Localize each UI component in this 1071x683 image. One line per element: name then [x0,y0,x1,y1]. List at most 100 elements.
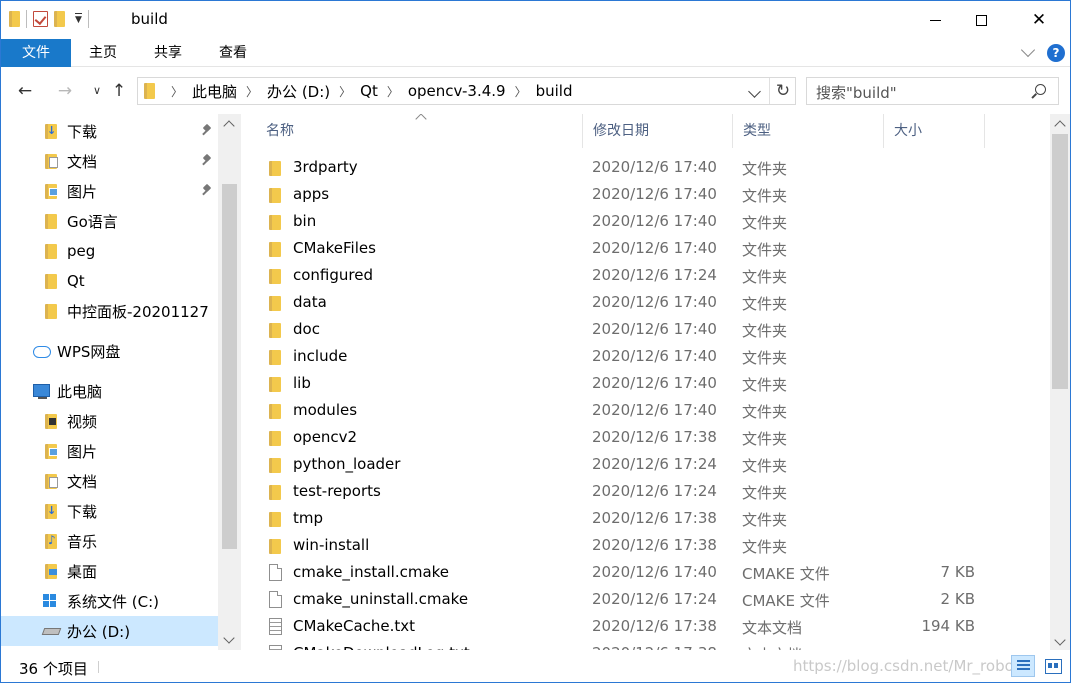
nav-item-downloads[interactable]: 下载 [1,116,218,146]
recent-locations-icon[interactable]: ∨ [87,80,107,102]
folder-icon [269,161,281,176]
file-type: 文件夹 [742,484,788,502]
customize-toolbar-icon[interactable]: ▼ [75,13,82,25]
file-row[interactable]: python_loader 2020/12/6 17:24 文件夹 [256,452,985,479]
nav-item-downloads-pc[interactable]: 下载 [1,496,218,526]
chevron-right-icon[interactable]: 〉 [246,83,258,100]
details-view-icon[interactable] [1011,655,1035,677]
nav-item-music[interactable]: 音乐 [1,526,218,556]
nav-item-control-panel[interactable]: 中控面板-20201127 [1,296,218,326]
file-row[interactable]: 3rdparty 2020/12/6 17:40 文件夹 [256,155,985,182]
address-bar[interactable]: 〉 此电脑 〉 办公 (D:) 〉 Qt 〉 opencv-3.4.9 〉 bu… [137,77,796,105]
nav-item-peg[interactable]: peg [1,236,218,266]
chevron-right-icon[interactable]: 〉 [387,83,399,100]
file-row[interactable]: doc 2020/12/6 17:40 文件夹 [256,317,985,344]
scroll-up-icon[interactable] [223,120,235,132]
breadcrumb-build[interactable]: build [536,82,573,100]
column-date-modified[interactable]: 修改日期 [583,114,733,148]
expand-ribbon-icon[interactable] [1020,42,1036,58]
scrollbar-thumb[interactable] [1052,134,1068,389]
nav-pane-scrollbar[interactable] [218,114,241,650]
pin-icon[interactable] [202,125,211,135]
file-row[interactable]: opencv2 2020/12/6 17:38 文件夹 [256,425,985,452]
folder-icon [45,304,57,319]
pin-icon[interactable] [202,155,211,165]
file-row[interactable]: data 2020/12/6 17:40 文件夹 [256,290,985,317]
nav-item-drive-c[interactable]: 系统文件 (C:) [1,586,218,616]
column-name[interactable]: 名称 [256,114,583,148]
forward-button[interactable]: → [55,80,75,102]
nav-item-wps-cloud[interactable]: WPS网盘 [1,336,218,366]
nav-item-drive-d[interactable]: 办公 (D:) [1,616,218,646]
tab-share[interactable]: 共享 [136,39,200,67]
maximize-button[interactable] [958,1,1004,39]
nav-item-label: 文档 [67,152,98,171]
nav-item-videos[interactable]: 视频 [1,406,218,436]
address-history-icon[interactable] [748,85,761,98]
chevron-right-icon[interactable]: 〉 [515,83,527,100]
search-input[interactable]: 搜索"build" [806,77,1059,105]
file-row[interactable]: apps 2020/12/6 17:40 文件夹 [256,182,985,209]
file-type: 文件夹 [742,214,788,232]
breadcrumb-this-pc[interactable]: 此电脑 [192,81,237,102]
file-row[interactable]: configured 2020/12/6 17:24 文件夹 [256,263,985,290]
item-count: 36 个项目 [19,660,88,678]
refresh-icon[interactable]: ↻ [769,78,796,104]
file-row[interactable]: test-reports 2020/12/6 17:24 文件夹 [256,479,985,506]
nav-item-pictures[interactable]: 图片 [1,176,218,206]
file-row[interactable]: cmake_uninstall.cmake 2020/12/6 17:24 CMAK… [256,587,985,614]
file-name: apps [293,185,330,203]
breadcrumb-opencv[interactable]: opencv-3.4.9 [408,82,506,100]
nav-item-desktop[interactable]: 桌面 [1,556,218,586]
file-list-scrollbar[interactable] [1050,114,1070,650]
chevron-right-icon[interactable]: 〉 [171,83,183,100]
scrollbar-thumb[interactable] [222,184,237,549]
file-row[interactable]: tmp 2020/12/6 17:38 文件夹 [256,506,985,533]
up-button[interactable]: ↑ [109,80,129,102]
file-type: 文件夹 [742,349,788,367]
file-date-modified: 2020/12/6 17:38 [592,617,717,635]
file-row[interactable]: win-install 2020/12/6 17:38 文件夹 [256,533,985,560]
tab-view[interactable]: 查看 [201,39,265,67]
tab-home[interactable]: 主页 [71,39,135,67]
ribbon-tabs: 文件 主页 共享 查看 ? [1,39,1070,67]
nav-item-label: WPS网盘 [57,342,121,361]
back-button[interactable]: ← [15,80,35,102]
nav-item-this-pc[interactable]: 此电脑 [1,376,218,406]
properties-icon[interactable] [33,11,48,27]
nav-item-go[interactable]: Go语言 [1,206,218,236]
pin-icon[interactable] [202,185,211,195]
search-icon[interactable] [1035,84,1046,95]
tab-file[interactable]: 文件 [1,39,71,67]
breadcrumb-drive-d[interactable]: 办公 (D:) [267,81,330,102]
nav-item-documents-pc[interactable]: 文档 [1,466,218,496]
scroll-down-icon[interactable] [223,632,235,644]
file-row[interactable]: CMakeFiles 2020/12/6 17:40 文件夹 [256,236,985,263]
nav-item-pictures-pc[interactable]: 图片 [1,436,218,466]
scroll-up-icon[interactable] [1054,120,1066,132]
file-row[interactable]: include 2020/12/6 17:40 文件夹 [256,344,985,371]
scroll-down-icon[interactable] [1054,634,1066,646]
large-icons-view-icon[interactable] [1041,655,1065,677]
file-row[interactable]: modules 2020/12/6 17:40 文件夹 [256,398,985,425]
file-row[interactable]: bin 2020/12/6 17:40 文件夹 [256,209,985,236]
file-row[interactable]: CMakeDownloadLog.txt2020/12/6 17:38文本文档 [256,641,985,650]
nav-item-qt[interactable]: Qt [1,266,218,296]
documents-folder-icon [45,474,58,489]
breadcrumb-qt[interactable]: Qt [360,82,378,100]
folder-icon [269,539,281,554]
file-row[interactable]: cmake_install.cmake 2020/12/6 17:40 CMAKE … [256,560,985,587]
file-row[interactable]: CMakeCache.txt 2020/12/6 17:38 文本文档 194 KB [256,614,985,641]
file-row[interactable]: lib 2020/12/6 17:40 文件夹 [256,371,985,398]
nav-item-documents[interactable]: 文档 [1,146,218,176]
nav-item-label: 音乐 [67,532,98,551]
folder-icon [269,431,281,446]
chevron-right-icon[interactable]: 〉 [339,83,351,100]
minimize-button[interactable] [912,1,958,39]
close-button[interactable]: ✕ [1016,1,1062,39]
help-icon[interactable]: ? [1047,44,1065,62]
new-folder-icon[interactable] [54,11,65,27]
column-header-row: 名称 修改日期 类型 大小 [241,114,1050,148]
column-size[interactable]: 大小 [884,114,985,148]
column-type[interactable]: 类型 [733,114,884,148]
